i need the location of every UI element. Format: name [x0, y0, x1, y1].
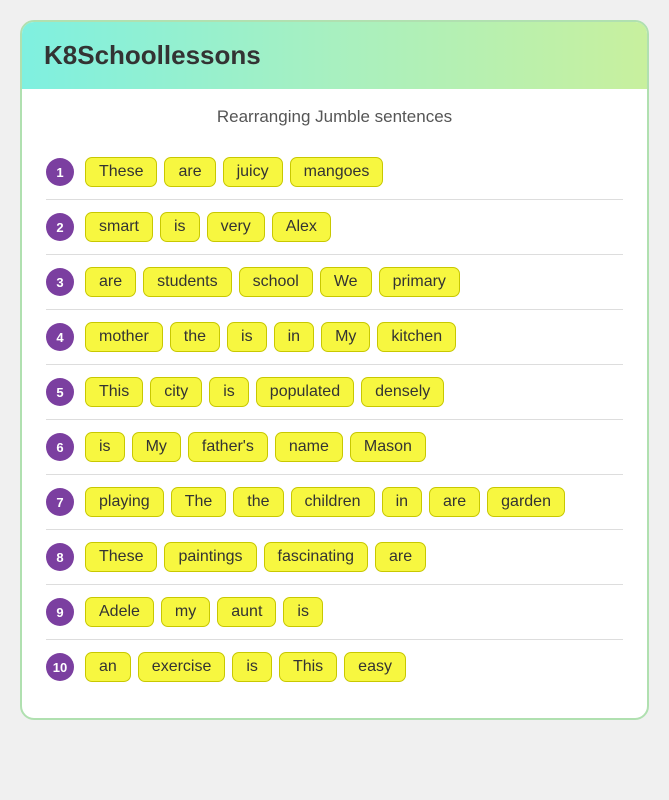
word-chip[interactable]: the: [233, 487, 283, 517]
page-subtitle: Rearranging Jumble sentences: [46, 107, 623, 127]
word-chip[interactable]: My: [132, 432, 181, 462]
word-chip[interactable]: my: [161, 597, 210, 627]
sentence-row: 4 mothertheisinMykitchen: [46, 310, 623, 365]
word-chip[interactable]: an: [85, 652, 131, 682]
word-chip[interactable]: are: [85, 267, 136, 297]
word-chip[interactable]: The: [171, 487, 227, 517]
number-badge: 6: [46, 433, 74, 461]
word-chip[interactable]: is: [209, 377, 249, 407]
word-chip[interactable]: are: [164, 157, 215, 187]
sentence-row: 9 Adelemyauntis: [46, 585, 623, 640]
number-badge: 3: [46, 268, 74, 296]
word-chip[interactable]: name: [275, 432, 343, 462]
word-chip[interactable]: Adele: [85, 597, 154, 627]
word-chip[interactable]: the: [170, 322, 220, 352]
sentence-row: 6 isMyfather'snameMason: [46, 420, 623, 475]
word-chip[interactable]: school: [239, 267, 313, 297]
header: K8Schoollessons: [22, 22, 647, 89]
number-badge: 10: [46, 653, 74, 681]
word-chip[interactable]: fascinating: [264, 542, 369, 572]
word-chip[interactable]: densely: [361, 377, 444, 407]
app-title: K8Schoollessons: [44, 40, 261, 70]
number-badge: 2: [46, 213, 74, 241]
word-chip[interactable]: students: [143, 267, 231, 297]
number-badge: 8: [46, 543, 74, 571]
word-chip[interactable]: aunt: [217, 597, 276, 627]
sentence-row: 10 anexerciseisThiseasy: [46, 640, 623, 694]
word-chip[interactable]: juicy: [223, 157, 283, 187]
word-chip[interactable]: is: [283, 597, 323, 627]
word-chip[interactable]: in: [274, 322, 314, 352]
number-badge: 9: [46, 598, 74, 626]
word-chip[interactable]: is: [160, 212, 200, 242]
word-chip[interactable]: is: [227, 322, 267, 352]
word-chip[interactable]: is: [232, 652, 272, 682]
word-chip[interactable]: paintings: [164, 542, 256, 572]
word-chip[interactable]: is: [85, 432, 125, 462]
number-badge: 7: [46, 488, 74, 516]
number-badge: 1: [46, 158, 74, 186]
number-badge: 4: [46, 323, 74, 351]
word-chip[interactable]: These: [85, 157, 157, 187]
word-chip[interactable]: populated: [256, 377, 354, 407]
word-chip[interactable]: father's: [188, 432, 268, 462]
word-chip[interactable]: We: [320, 267, 372, 297]
word-chip[interactable]: This: [279, 652, 337, 682]
word-chip[interactable]: are: [375, 542, 426, 572]
word-chip[interactable]: This: [85, 377, 143, 407]
sentence-row: 1 Theseare juicymangoes: [46, 145, 623, 200]
word-chip[interactable]: primary: [379, 267, 460, 297]
word-chip[interactable]: mother: [85, 322, 163, 352]
word-chip[interactable]: very: [207, 212, 265, 242]
sentence-row: 3 arestudents schoolWeprimary: [46, 255, 623, 310]
word-chip[interactable]: children: [291, 487, 375, 517]
sentence-row: 8 Thesepaintings fascinatingare: [46, 530, 623, 585]
word-chip[interactable]: mangoes: [290, 157, 384, 187]
word-chip[interactable]: My: [321, 322, 370, 352]
word-chip[interactable]: easy: [344, 652, 406, 682]
word-chip[interactable]: city: [150, 377, 202, 407]
card: K8Schoollessons Rearranging Jumble sente…: [20, 20, 649, 720]
main-content: Rearranging Jumble sentences 1Theseareju…: [22, 89, 647, 718]
word-chip[interactable]: Mason: [350, 432, 426, 462]
sentences-container: 1Thesearejuicymangoes2smartisveryAlex3ar…: [46, 145, 623, 694]
sentence-row: 2 smartisveryAlex: [46, 200, 623, 255]
word-chip[interactable]: playing: [85, 487, 164, 517]
word-chip[interactable]: kitchen: [377, 322, 456, 352]
word-chip[interactable]: in: [382, 487, 422, 517]
word-chip[interactable]: garden: [487, 487, 565, 517]
word-chip[interactable]: are: [429, 487, 480, 517]
number-badge: 5: [46, 378, 74, 406]
word-chip[interactable]: smart: [85, 212, 153, 242]
word-chip[interactable]: exercise: [138, 652, 226, 682]
sentence-row: 5 Thiscityispopulateddensely: [46, 365, 623, 420]
sentence-row: 7 playingThethe childreninaregarden: [46, 475, 623, 530]
word-chip[interactable]: These: [85, 542, 157, 572]
word-chip[interactable]: Alex: [272, 212, 331, 242]
